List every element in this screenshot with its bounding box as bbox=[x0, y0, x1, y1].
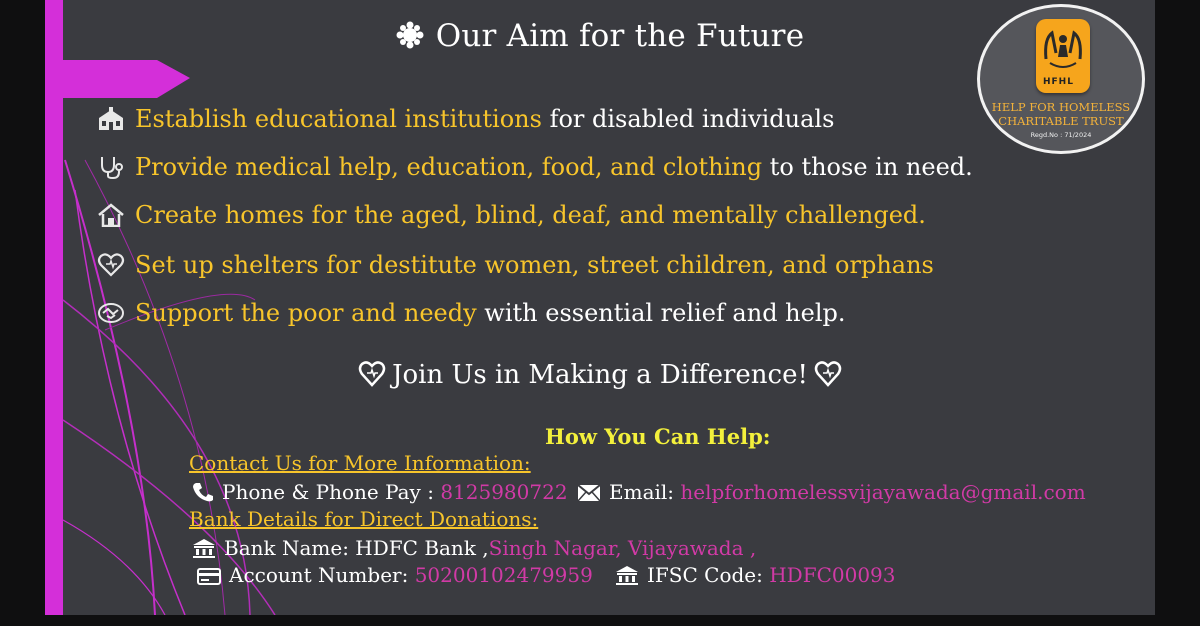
account-label: Account Number: bbox=[229, 563, 415, 587]
heart-icon bbox=[814, 361, 842, 394]
email-label: Email: bbox=[609, 480, 681, 504]
aim-rest: to those in need. bbox=[762, 153, 973, 181]
contact-heading: Contact Us for More Information: bbox=[189, 451, 531, 475]
heart-icon bbox=[97, 253, 125, 277]
aim-highlight: Set up shelters for destitute women, str… bbox=[135, 251, 934, 279]
phone-icon bbox=[192, 482, 214, 507]
how-you-can-help-heading: How You Can Help: bbox=[545, 424, 771, 449]
logo-line-2: CHARITABLE TRUST bbox=[998, 114, 1124, 128]
school-icon bbox=[97, 107, 125, 131]
logo-line-1: HELP FOR HOMELESS bbox=[991, 100, 1131, 114]
join-text: Join Us in Making a Difference! bbox=[392, 360, 808, 390]
phone-row: Phone & Phone Pay : 8125980722 bbox=[192, 480, 568, 507]
logo-brand: HFHL bbox=[1043, 77, 1074, 87]
ifsc-value: HDFC00093 bbox=[769, 563, 896, 587]
bank-heading: Bank Details for Direct Donations: bbox=[189, 507, 539, 531]
aim-item-shelters: Set up shelters for destitute women, str… bbox=[97, 251, 934, 279]
aim-highlight: Provide medical help, education, food, a… bbox=[135, 153, 763, 181]
account-value: 50200102479959 bbox=[414, 563, 593, 587]
aim-item-homes: Create homes for the aged, blind, deaf, … bbox=[97, 201, 926, 229]
email-value[interactable]: helpforhomelessvijayawada@gmail.com bbox=[680, 480, 1085, 504]
heart-icon bbox=[358, 361, 386, 394]
ifsc-row: IFSC Code: HDFC00093 bbox=[615, 563, 896, 590]
aim-rest: with essential relief and help. bbox=[476, 299, 846, 327]
handshake-icon bbox=[97, 301, 125, 325]
aim-rest: for disabled individuals bbox=[541, 105, 835, 133]
email-row: Email: helpforhomelessvijayawada@gmail.c… bbox=[577, 480, 1086, 507]
bank-branch: Singh Nagar, Vijayawada , bbox=[488, 536, 757, 560]
join-heading: Join Us in Making a Difference! bbox=[45, 360, 1155, 394]
hands-icon bbox=[1044, 30, 1082, 68]
logo-registration: Regd.No : 71/2024 bbox=[1030, 131, 1092, 139]
trust-logo: HFHL HELP FOR HOMELESS CHARITABLE TRUST … bbox=[977, 4, 1145, 154]
envelope-icon bbox=[577, 483, 601, 507]
account-row: Account Number: 50200102479959 bbox=[197, 563, 593, 590]
credit-card-icon bbox=[197, 566, 221, 590]
bank-name-row: Bank Name: HDFC Bank ,Singh Nagar, Vijay… bbox=[192, 536, 756, 563]
title-text: Our Aim for the Future bbox=[435, 18, 805, 54]
home-icon bbox=[97, 203, 125, 228]
phone-label: Phone & Phone Pay : bbox=[222, 480, 441, 504]
bank-icon bbox=[192, 538, 216, 563]
aim-item-education: Establish educational institutions for d… bbox=[97, 105, 834, 133]
bank-icon bbox=[615, 565, 639, 590]
bank-name-label: Bank Name: HDFC Bank , bbox=[224, 536, 489, 560]
aim-item-support: Support the poor and needy with essentia… bbox=[97, 299, 846, 327]
aim-highlight: Create homes for the aged, blind, deaf, … bbox=[135, 201, 926, 229]
phone-value[interactable]: 8125980722 bbox=[440, 480, 567, 504]
aim-highlight: Establish educational institutions bbox=[135, 105, 542, 133]
ifsc-label: IFSC Code: bbox=[647, 563, 770, 587]
aim-highlight: Support the poor and needy bbox=[135, 299, 477, 327]
stethoscope-icon bbox=[97, 155, 125, 180]
aim-item-medical: Provide medical help, education, food, a… bbox=[97, 153, 973, 181]
sparkle-icon bbox=[396, 21, 424, 57]
